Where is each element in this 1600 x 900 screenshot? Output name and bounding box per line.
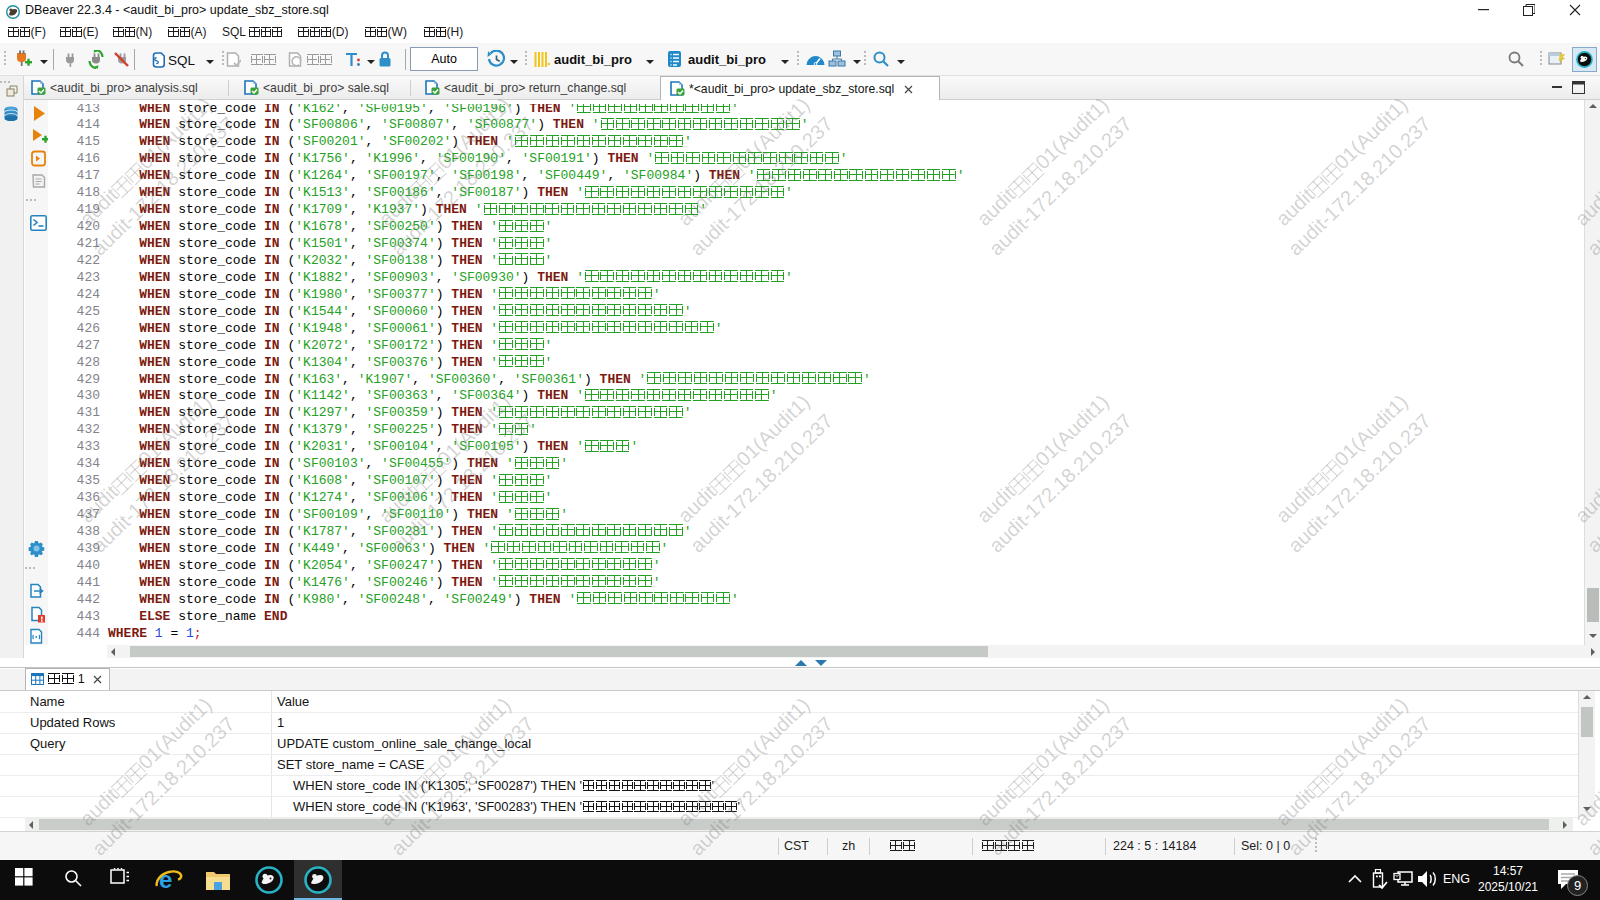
svg-text:e: e	[159, 866, 172, 893]
